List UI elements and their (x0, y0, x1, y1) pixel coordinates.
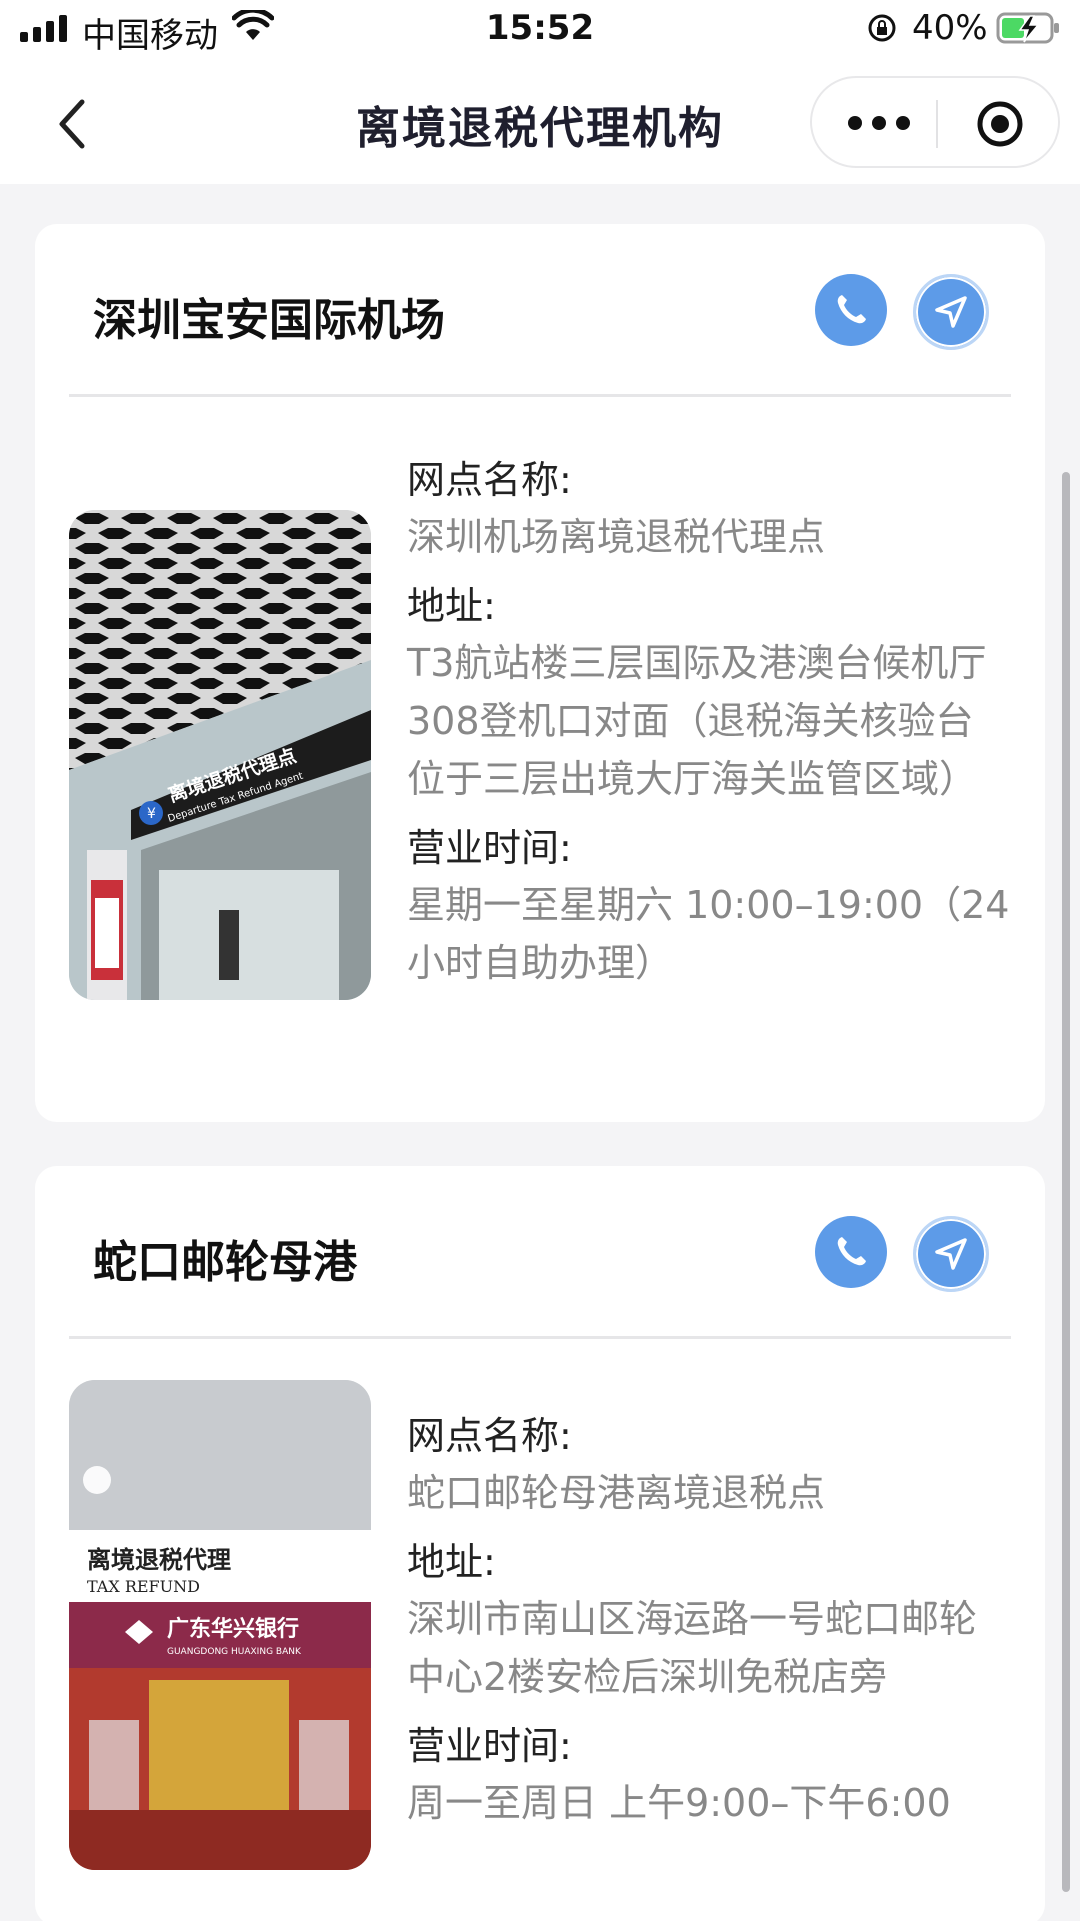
phone-icon (837, 1237, 866, 1266)
photo-bank-english: GUANGDONG HUAXING BANK (167, 1647, 302, 1657)
battery-charging-icon (996, 12, 1059, 44)
photo-sign-english: TAX REFUND (87, 1577, 200, 1596)
navigation-arrow-icon (935, 1238, 967, 1270)
call-button[interactable] (815, 274, 887, 346)
address-label: 地址: (407, 1540, 496, 1584)
hours-label: 营业时间: (407, 1724, 572, 1768)
location-info: 网点名称: 深圳机场离境退税代理点 地址: T3航站楼三层国际及港澳台候机厅30… (407, 452, 1011, 1004)
outlet-name-label: 网点名称: (407, 458, 572, 502)
navigate-button[interactable] (913, 274, 989, 350)
address-label: 地址: (407, 584, 496, 628)
hours-value: 星期一至星期六 10:00–19:00（24小时自助办理） (407, 883, 1010, 985)
scrollbar[interactable] (1062, 472, 1070, 1892)
photo-sign-text: 离境退税代理 (87, 1545, 231, 1574)
location-title: 蛇口邮轮母港 (93, 1237, 357, 1288)
battery-percent: 40% (912, 8, 988, 48)
location-photo[interactable]: ¥ 离境退税代理点 Departure Tax Refund Agent (69, 510, 371, 1000)
call-button[interactable] (815, 1216, 887, 1288)
photo-bank-name: 广东华兴银行 (167, 1616, 299, 1642)
address-value: 深圳市南山区海运路一号蛇口邮轮中心2楼安检后深圳免税店旁 (407, 1597, 978, 1699)
status-bar: 中国移动 15:52 40% (0, 0, 1080, 62)
location-card: 深圳宝安国际机场 ¥ 离境退税代理点 Departure Tax Refund … (35, 224, 1045, 1122)
hours-value: 周一至周日 上午9:00–下午6:00 (407, 1781, 951, 1825)
location-card: 蛇口邮轮母港 离境退税代理 TAX REFUND 广东华兴银行 GUANGDON… (35, 1166, 1045, 1921)
card-divider (69, 1336, 1011, 1339)
location-title: 深圳宝安国际机场 (93, 295, 445, 346)
close-circle-icon[interactable] (976, 100, 1024, 148)
svg-text:¥: ¥ (147, 806, 156, 822)
phone-icon (837, 295, 866, 324)
location-info: 网点名称: 蛇口邮轮母港离境退税点 地址: 深圳市南山区海运路一号蛇口邮轮中心2… (407, 1408, 1011, 1844)
navigation-arrow-icon (935, 296, 967, 328)
location-photo[interactable]: 离境退税代理 TAX REFUND 广东华兴银行 GUANGDONG HUAXI… (69, 1380, 371, 1870)
hours-label: 营业时间: (407, 826, 572, 870)
navigate-button[interactable] (913, 1216, 989, 1292)
capsule-divider (936, 100, 938, 148)
orientation-lock-icon (868, 14, 896, 42)
mini-program-capsule (810, 76, 1060, 168)
navigation-bar: 离境退税代理机构 (0, 62, 1080, 184)
card-divider (69, 394, 1011, 397)
outlet-name-value: 深圳机场离境退税代理点 (407, 515, 826, 559)
outlet-name-value: 蛇口邮轮母港离境退税点 (407, 1471, 826, 1515)
more-dots-icon[interactable] (848, 108, 928, 138)
address-value: T3航站楼三层国际及港澳台候机厅308登机口对面（退税海关核验台位于三层出境大厅… (407, 641, 987, 801)
outlet-name-label: 网点名称: (407, 1414, 572, 1458)
